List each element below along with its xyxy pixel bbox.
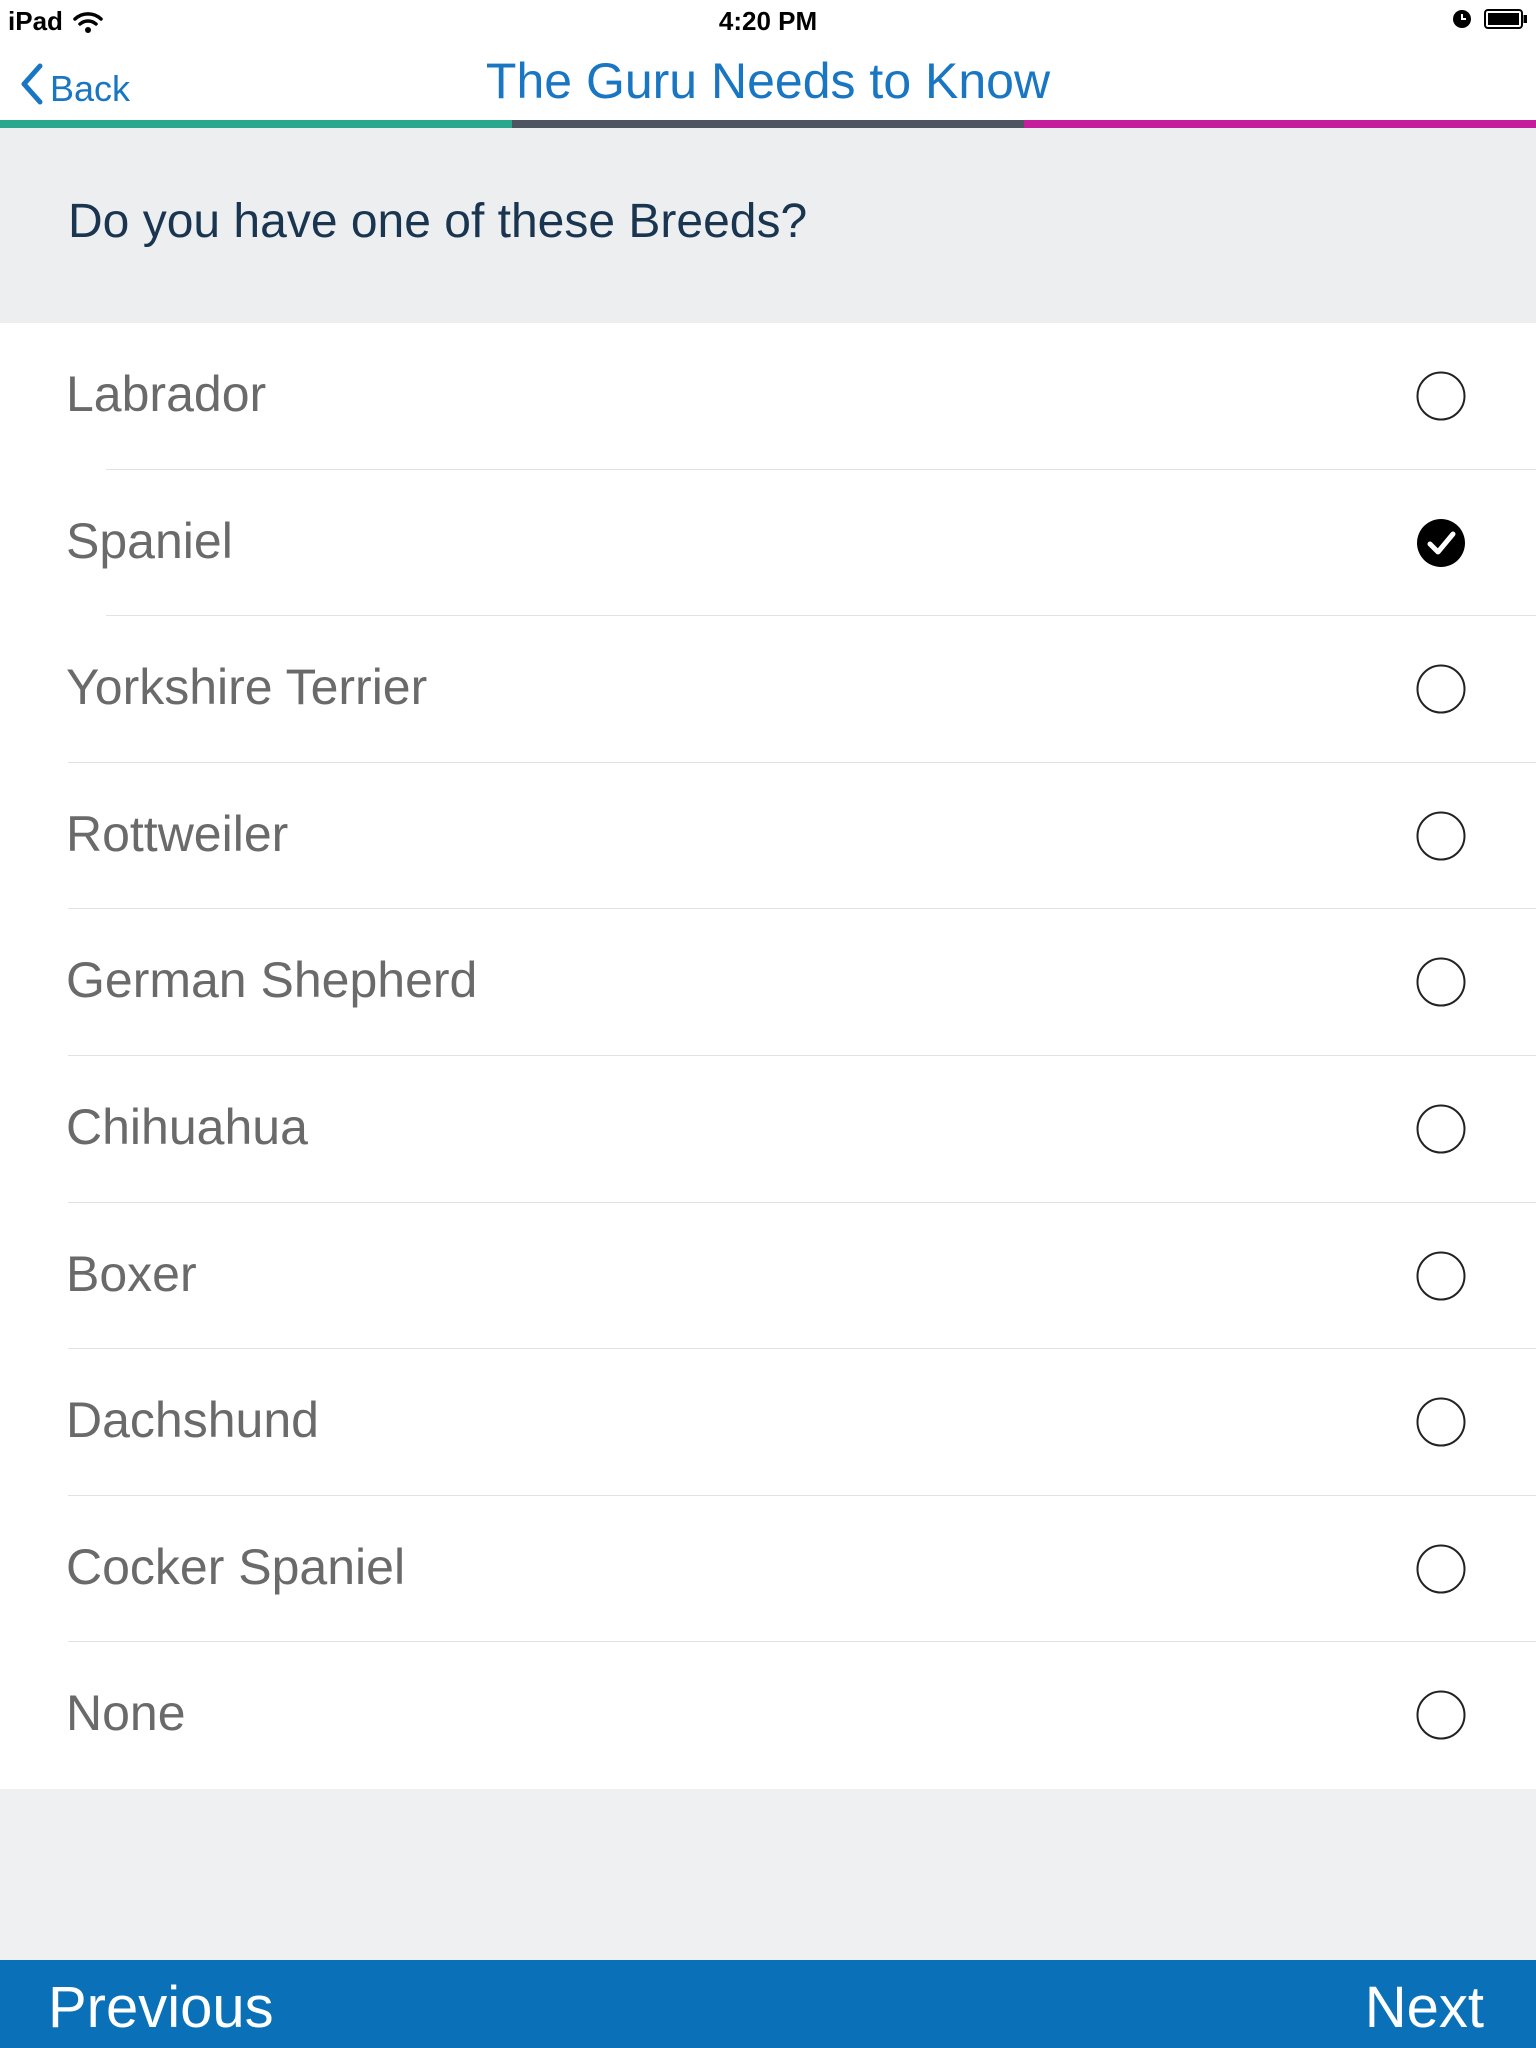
breed-label: Boxer	[66, 1245, 197, 1302]
page-title: The Guru Needs to Know	[485, 53, 1051, 109]
empty-area	[0, 1789, 1536, 1960]
breed-label: Yorkshire Terrier	[66, 659, 428, 716]
footer-bar: Previous Next	[0, 1960, 1536, 2048]
list-item[interactable]: Labrador	[0, 323, 1536, 470]
progress-strip	[0, 120, 1536, 128]
radio-empty-icon[interactable]	[1416, 371, 1466, 421]
radio-empty-icon[interactable]	[1416, 1544, 1466, 1594]
radio-empty-icon[interactable]	[1416, 1690, 1466, 1740]
breed-label: Dachshund	[66, 1392, 319, 1449]
progress-segment-3	[1024, 120, 1536, 128]
breed-label: Chihuahua	[66, 1098, 308, 1155]
list-item[interactable]: Chihuahua	[0, 1056, 1536, 1203]
breed-label: Rottweiler	[66, 805, 289, 862]
next-button[interactable]: Next	[1365, 1974, 1484, 2041]
list-item[interactable]: None	[0, 1642, 1536, 1789]
radio-empty-icon[interactable]	[1416, 1251, 1466, 1301]
list-item[interactable]: Dachshund	[0, 1349, 1536, 1496]
alarm-clock-icon	[1452, 9, 1472, 29]
radio-empty-icon[interactable]	[1416, 1397, 1466, 1447]
progress-segment-1	[0, 120, 512, 128]
status-time: 4:20 PM	[718, 6, 818, 36]
question-header: Do you have one of these Breeds?	[0, 128, 1536, 323]
breed-label: None	[66, 1685, 186, 1742]
list-item[interactable]: German Shepherd	[0, 909, 1536, 1056]
list-item[interactable]: Spaniel	[0, 470, 1536, 617]
battery-icon	[1484, 8, 1528, 30]
list-item[interactable]: Boxer	[0, 1203, 1536, 1350]
status-right	[1452, 8, 1528, 30]
radio-empty-icon[interactable]	[1416, 664, 1466, 714]
previous-button[interactable]: Previous	[48, 1974, 274, 2041]
list-item[interactable]: Cocker Spaniel	[0, 1496, 1536, 1643]
radio-empty-icon[interactable]	[1416, 1104, 1466, 1154]
status-bar: iPad 4:20 PM	[0, 0, 1536, 40]
question-text: Do you have one of these Breeds?	[68, 195, 808, 248]
breed-label: Spaniel	[66, 512, 233, 569]
progress-segment-2	[512, 120, 1024, 128]
radio-empty-icon[interactable]	[1416, 957, 1466, 1007]
breed-label: German Shepherd	[66, 952, 478, 1009]
list-item[interactable]: Yorkshire Terrier	[0, 616, 1536, 763]
navigation-bar: Back The Guru Needs to Know	[0, 40, 1536, 120]
breed-label: Cocker Spaniel	[66, 1538, 406, 1595]
list-item[interactable]: Rottweiler	[0, 763, 1536, 910]
breed-list: Labrador Spaniel Yorkshire Terrier Rottweil…	[0, 323, 1536, 1789]
checkmark-circle-icon[interactable]	[1416, 518, 1466, 568]
breed-label: Labrador	[66, 366, 267, 422]
radio-empty-icon[interactable]	[1416, 811, 1466, 861]
